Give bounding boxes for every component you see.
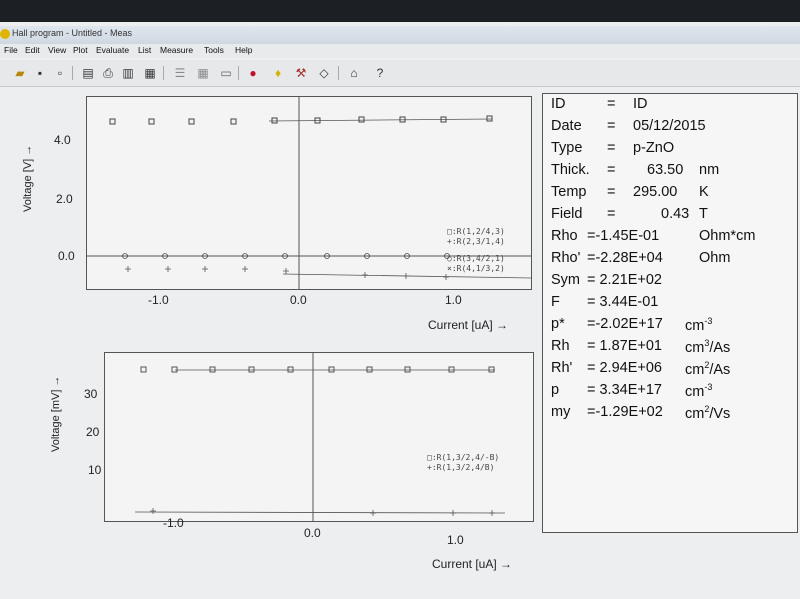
grid-icon[interactable]: ▦	[195, 65, 211, 81]
series-r13-24-B-line	[134, 511, 506, 514]
legend-entry: ○:R(3,4/2,1)	[447, 254, 505, 263]
menu-bar: File Edit View Plot Evaluate List Measur…	[0, 44, 800, 58]
x-tick: 0.0	[304, 526, 321, 540]
y-tick: 20	[86, 425, 100, 439]
plot-top-legend: □:R(1,2/4,3) +:R(2,3/1,4) ○:R(3,4/2,1) ×…	[447, 227, 505, 274]
record-icon[interactable]: ●	[245, 65, 261, 81]
x-tick: -1.0	[148, 293, 169, 307]
plot-top-y-label: Voltage [V] →	[22, 144, 34, 212]
toolbar-separator	[238, 66, 239, 80]
x-tick: 0.0	[290, 293, 307, 307]
series-r12-43-point	[109, 118, 116, 125]
plot-bottom-x-label: Current [uA] →	[432, 557, 513, 571]
toolbar: ▰ ▪ ▫ ▤ ⎙ ▥ ▦ ☰ ▦ ▭ ● ♦ ⚒ ◇ ⌂ ?	[0, 60, 800, 87]
series-r12-43-point	[271, 117, 278, 124]
y-tick: 0.0	[58, 249, 75, 263]
export-icon[interactable]: ▦	[142, 65, 158, 81]
print-setup-icon[interactable]: ▥	[120, 65, 136, 81]
x-tick: 1.0	[445, 293, 462, 307]
monitor-bezel	[0, 0, 800, 24]
bulb-icon[interactable]: ♦	[270, 65, 286, 81]
hammer-icon[interactable]: ⚒	[293, 65, 309, 81]
table-icon[interactable]: ▭	[218, 65, 234, 81]
legend-entry: +:R(1,3/2,4/B)	[427, 463, 495, 472]
print-icon[interactable]: ⎙	[100, 65, 116, 81]
menu-plot[interactable]: Plot	[73, 45, 88, 55]
new-page-icon[interactable]: ▫	[52, 65, 68, 81]
y-tick: 4.0	[54, 133, 71, 147]
open-folder-icon[interactable]: ▰	[12, 65, 28, 81]
series-r23-14-points	[125, 266, 449, 280]
x-tick: -1.0	[163, 516, 184, 530]
series-r12-43-line	[268, 118, 493, 122]
plot-bottom-legend: □:R(1,3/2,4/-B) +:R(1,3/2,4/B)	[427, 453, 499, 473]
menu-evaluate[interactable]: Evaluate	[96, 45, 129, 55]
help-icon[interactable]: ?	[372, 65, 388, 81]
voltage-plot-bottom: □:R(1,3/2,4/-B) +:R(1,3/2,4/B)	[104, 352, 534, 522]
y-tick: 2.0	[56, 192, 73, 206]
voltage-plot-top: □:R(1,2/4,3) +:R(2,3/1,4) ○:R(3,4/2,1) ×…	[86, 96, 532, 290]
menu-help[interactable]: Help	[235, 45, 252, 55]
series-r12-43-point	[358, 116, 365, 123]
series-r12-43-point	[486, 115, 493, 122]
camera-icon[interactable]: ⌂	[346, 65, 362, 81]
legend-entry: +:R(2,3/1,4)	[447, 237, 505, 246]
toolbar-separator	[163, 66, 164, 80]
menu-edit[interactable]: Edit	[25, 45, 40, 55]
y-tick: 30	[84, 387, 98, 401]
print-preview-icon[interactable]: ▤	[80, 65, 96, 81]
series-r12-43-point	[148, 118, 155, 125]
list-icon[interactable]: ☰	[172, 65, 188, 81]
toolbar-separator	[72, 66, 73, 80]
title-bar[interactable]: Hall program - Untitled - Meas	[0, 26, 800, 44]
window-title: Hall program - Untitled - Meas	[12, 28, 133, 38]
series-r13-24-negB-points	[140, 366, 495, 373]
plot-bottom-y-label: Voltage [mV] →	[50, 375, 62, 452]
series-r12-43-point	[230, 118, 237, 125]
series-r23-14-line	[282, 273, 531, 279]
series-r12-43-point	[188, 118, 195, 125]
sample-info-panel: ID = ID Date = 05/12/2015 Type = p-ZnO T…	[542, 93, 798, 533]
legend-entry: ×:R(4,1/3,2)	[447, 264, 505, 273]
legend-entry: □:R(1,2/4,3)	[447, 227, 505, 236]
toolbar-separator	[338, 66, 339, 80]
x-tick: 1.0	[447, 533, 464, 547]
menu-measure[interactable]: Measure	[160, 45, 193, 55]
plot-bottom-canvas	[134, 353, 506, 521]
eraser-icon[interactable]: ◇	[316, 65, 332, 81]
menu-list[interactable]: List	[138, 45, 151, 55]
menu-tools[interactable]: Tools	[204, 45, 224, 55]
app-icon	[0, 29, 10, 39]
menu-file[interactable]: File	[4, 45, 18, 55]
y-tick: 10	[88, 463, 102, 477]
save-icon[interactable]: ▪	[32, 65, 48, 81]
legend-entry: □:R(1,3/2,4/-B)	[427, 453, 500, 462]
menu-view[interactable]: View	[48, 45, 66, 55]
plot-top-x-label: Current [uA] →	[428, 318, 509, 332]
